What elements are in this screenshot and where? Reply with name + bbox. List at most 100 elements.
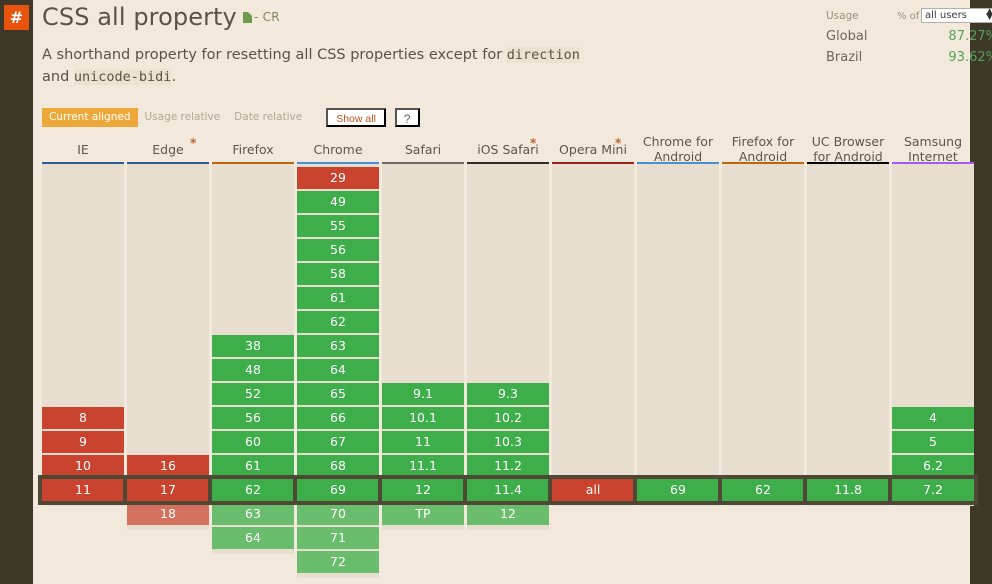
version-cell[interactable]: 9.1 <box>382 383 464 405</box>
version-cell[interactable]: 70 <box>297 503 379 525</box>
version-cell[interactable]: 5 <box>892 431 974 453</box>
usage-region-value: 93.62% <box>948 50 992 65</box>
tab-date-relative[interactable]: Date relative <box>227 108 309 127</box>
version-cell-current[interactable]: 69 <box>293 475 383 505</box>
column-header-firefox[interactable]: Firefox <box>212 142 294 157</box>
version-cell[interactable]: 12 <box>467 503 549 525</box>
column-header-samsung-internet[interactable]: Samsung Internet <box>892 134 974 164</box>
version-cell[interactable]: 56 <box>212 407 294 429</box>
usage-region-value: 87.27% <box>948 29 992 44</box>
version-cell[interactable]: 63 <box>297 335 379 357</box>
page-title: CSS all property - CR <box>42 3 280 31</box>
column-header-label: Firefox for <box>731 134 795 149</box>
version-cell[interactable]: 56 <box>297 239 379 261</box>
usage-scope-select[interactable]: all users <box>921 8 992 23</box>
version-cell-current[interactable]: 17 <box>123 475 213 505</box>
version-cell[interactable]: 58 <box>297 263 379 285</box>
version-cell[interactable]: 61 <box>212 455 294 477</box>
column-headers: IE Edge * Firefox Chrome Safari iOS Safari * Ope… <box>42 132 974 166</box>
tab-current-aligned[interactable]: Current aligned <box>42 108 138 127</box>
description-text-post: . <box>171 69 177 86</box>
column-header-label: UC Browser <box>811 134 885 149</box>
description-text-mid: and <box>42 69 74 86</box>
version-cell[interactable]: 38 <box>212 335 294 357</box>
content-area: CSS all property - CR A shorthand propert… <box>33 0 992 584</box>
usage-panel: Usage % of all users ▲▼ Global 87.27% Br… <box>793 8 992 70</box>
version-cell[interactable]: 68 <box>297 455 379 477</box>
site-logo[interactable]: # <box>4 5 29 30</box>
usage-row-brazil: Brazil 93.62% <box>793 49 992 70</box>
version-cell[interactable]: 62 <box>297 311 379 333</box>
version-cell[interactable]: 60 <box>212 431 294 453</box>
column-header-label: Firefox <box>232 142 274 157</box>
column-background <box>637 164 719 506</box>
column-header-chrome-for-android[interactable]: Chrome for Android <box>637 134 719 164</box>
version-cell-current[interactable]: 62 <box>718 475 808 505</box>
column-header-edge[interactable]: Edge * <box>127 136 209 157</box>
version-cell[interactable]: 66 <box>297 407 379 429</box>
column-header-ios-safari[interactable]: iOS Safari * <box>467 136 549 157</box>
column-header-ie[interactable]: IE <box>42 142 124 157</box>
column-header-label: Opera Mini <box>559 142 627 157</box>
version-cell[interactable]: 55 <box>297 215 379 237</box>
version-cell[interactable]: 10.3 <box>467 431 549 453</box>
usage-header-row: Usage % of all users ▲ ▼ <box>793 8 992 28</box>
version-cell[interactable]: 11.1 <box>382 455 464 477</box>
version-cell-current[interactable]: all <box>548 475 638 505</box>
column-background <box>722 164 804 506</box>
feature-title-text: CSS all property <box>42 3 237 31</box>
column-header-uc-browser-for-android[interactable]: UC Browser for Android <box>807 134 889 164</box>
show-all-button[interactable]: Show all <box>326 108 386 127</box>
usage-row-global: Global 87.27% <box>793 28 992 49</box>
version-cell-current[interactable]: 62 <box>208 475 298 505</box>
version-cell[interactable]: 11.2 <box>467 455 549 477</box>
version-cell[interactable]: 48 <box>212 359 294 381</box>
note-asterisk-icon: * <box>615 136 622 150</box>
version-cell[interactable]: 65 <box>297 383 379 405</box>
version-cell[interactable]: TP <box>382 503 464 525</box>
version-cell[interactable]: 6.2 <box>892 455 974 477</box>
column-header-label: Safari <box>404 142 442 157</box>
version-cell[interactable]: 49 <box>297 191 379 213</box>
tab-usage-relative[interactable]: Usage relative <box>138 108 228 127</box>
version-cell[interactable]: 63 <box>212 503 294 525</box>
version-cell[interactable]: 72 <box>297 551 379 573</box>
browser-support-table: IE Edge * Firefox Chrome Safari iOS Safari * Ope… <box>38 132 978 578</box>
version-cell[interactable]: 10.2 <box>467 407 549 429</box>
version-cell[interactable]: 64 <box>297 359 379 381</box>
version-cell[interactable]: 18 <box>127 503 209 525</box>
version-cell[interactable]: 11 <box>382 431 464 453</box>
spec-doc-icon <box>242 12 252 23</box>
version-cell[interactable]: 10.1 <box>382 407 464 429</box>
column-header-opera-mini[interactable]: Opera Mini * <box>552 136 634 157</box>
version-cell[interactable]: 67 <box>297 431 379 453</box>
version-cell[interactable]: 64 <box>212 527 294 549</box>
version-cell[interactable]: 10 <box>42 455 124 477</box>
version-cell-current[interactable]: 11.4 <box>463 475 553 505</box>
version-cell-current[interactable]: 11.8 <box>803 475 893 505</box>
version-cell[interactable]: 9.3 <box>467 383 549 405</box>
version-cell-current[interactable]: 12 <box>378 475 468 505</box>
feature-description: A shorthand property for resetting all C… <box>42 44 602 89</box>
column-header-safari[interactable]: Safari <box>382 142 464 157</box>
version-cell[interactable]: 29 <box>297 167 379 189</box>
column-header-firefox-for-android[interactable]: Firefox for Android <box>722 134 804 164</box>
column-header-label: Samsung <box>903 134 963 149</box>
version-cell[interactable]: 9 <box>42 431 124 453</box>
table-toolbar: Current aligned Usage relative Date relati… <box>42 108 420 127</box>
version-cell[interactable]: 16 <box>127 455 209 477</box>
version-cell-current[interactable]: 7.2 <box>888 475 978 505</box>
left-dark-strip <box>0 0 33 584</box>
version-cell[interactable]: 71 <box>297 527 379 549</box>
version-cell[interactable]: 4 <box>892 407 974 429</box>
column-header-chrome[interactable]: Chrome <box>297 142 379 157</box>
version-cell[interactable]: 8 <box>42 407 124 429</box>
version-cell-current[interactable]: 11 <box>38 475 128 505</box>
version-cell[interactable]: 52 <box>212 383 294 405</box>
note-asterisk-icon: * <box>530 136 537 150</box>
help-button[interactable]: ? <box>394 108 420 127</box>
caniuse-page: # CSS all property - CR A shorthand prope… <box>0 0 992 584</box>
column-background <box>807 164 889 506</box>
version-cell[interactable]: 61 <box>297 287 379 309</box>
version-cell-current[interactable]: 69 <box>633 475 723 505</box>
